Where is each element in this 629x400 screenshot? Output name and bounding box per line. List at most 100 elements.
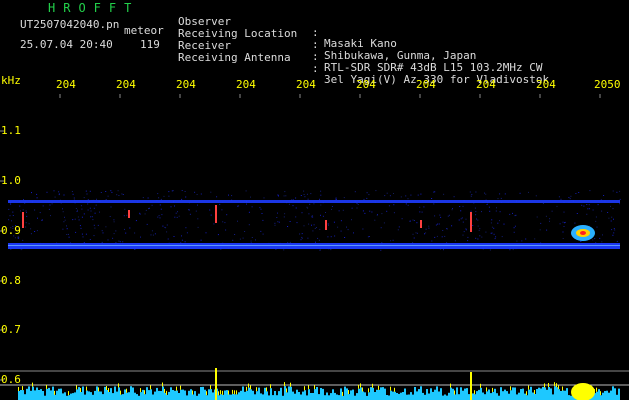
noise-speck <box>581 204 583 206</box>
noise-speck <box>210 214 212 216</box>
level-bar <box>418 389 420 400</box>
level-bar <box>198 393 200 400</box>
noise-speck <box>64 219 66 221</box>
noise-speck <box>431 240 433 242</box>
level-bar <box>210 389 212 400</box>
noise-speck <box>563 226 565 227</box>
noise-speck <box>568 197 570 198</box>
noise-speck <box>435 224 437 226</box>
level-bar <box>444 394 446 400</box>
noise-speck <box>344 237 346 238</box>
noise-speck <box>42 219 43 221</box>
level-peak <box>166 390 167 395</box>
noise-speck <box>237 205 239 207</box>
noise-speck <box>274 222 276 224</box>
noise-speck <box>36 230 38 232</box>
level-bar <box>356 393 358 400</box>
level-bar <box>312 393 314 400</box>
upper-carrier-band <box>8 200 620 203</box>
level-bar <box>270 388 272 400</box>
noise-speck <box>125 232 127 234</box>
level-peak <box>556 383 557 388</box>
level-peak <box>236 390 237 395</box>
level-bar <box>320 388 322 400</box>
level-bar <box>406 394 408 400</box>
level-bar <box>84 394 86 400</box>
level-bar <box>554 386 556 400</box>
noise-speck <box>148 208 149 210</box>
noise-speck <box>495 210 497 212</box>
level-peak <box>450 383 451 388</box>
noise-speck <box>173 236 175 237</box>
level-bar <box>26 388 28 400</box>
level-bar <box>458 394 460 400</box>
level-bar <box>186 395 188 400</box>
noise-speck <box>89 207 91 209</box>
level-peak <box>562 386 563 391</box>
level-bar <box>484 394 486 400</box>
y-axis-unit: kHz <box>1 74 21 87</box>
level-bar <box>176 390 178 400</box>
noise-speck <box>619 203 620 205</box>
level-bar <box>182 389 184 400</box>
noise-speck <box>174 216 176 218</box>
level-peak <box>290 382 291 387</box>
noise-speck <box>443 249 444 251</box>
level-bar <box>344 386 346 400</box>
level-bar <box>296 389 298 400</box>
level-bar <box>278 391 280 400</box>
level-bar <box>120 394 122 400</box>
level-bar <box>518 392 520 400</box>
level-bar <box>604 391 606 400</box>
level-bar <box>610 390 612 400</box>
noise-speck <box>255 239 256 241</box>
noise-speck <box>74 218 76 220</box>
noise-speck <box>110 190 112 192</box>
level-peak <box>600 391 601 396</box>
level-bar <box>172 390 174 400</box>
level-bar <box>558 389 560 400</box>
level-bar <box>508 393 510 400</box>
level-peak <box>596 387 597 392</box>
level-bar <box>138 395 140 400</box>
level-bar <box>462 390 464 400</box>
level-peak <box>492 387 493 392</box>
noise-speck <box>158 215 160 217</box>
noise-speck <box>476 218 477 220</box>
noise-speck <box>26 211 27 213</box>
noise-speck <box>460 210 462 212</box>
noise-speck <box>245 190 247 192</box>
noise-speck <box>596 226 598 228</box>
noise-speck <box>41 219 43 221</box>
noise-speck <box>148 207 150 209</box>
noise-speck <box>318 239 320 241</box>
noise-speck <box>357 204 359 205</box>
noise-speck <box>39 212 41 214</box>
noise-speck <box>134 248 136 250</box>
meteor-ping <box>325 220 327 230</box>
noise-speck <box>115 230 117 232</box>
level-bar <box>612 386 614 400</box>
noise-speck <box>300 195 302 196</box>
noise-speck <box>614 229 616 231</box>
noise-speck <box>301 233 303 235</box>
noise-speck <box>368 194 370 196</box>
level-bar <box>566 388 568 400</box>
noise-speck <box>534 238 536 240</box>
noise-speck <box>462 221 464 223</box>
noise-speck <box>488 206 490 208</box>
noise-speck <box>10 203 12 205</box>
level-peak <box>180 385 181 390</box>
level-peak <box>342 391 343 396</box>
noise-speck <box>113 233 115 235</box>
noise-speck <box>474 207 476 209</box>
level-peak <box>528 385 529 390</box>
level-bar <box>272 395 274 400</box>
noise-speck <box>308 213 310 215</box>
noise-speck <box>30 233 32 235</box>
level-bar <box>240 390 242 400</box>
level-peak <box>218 391 219 396</box>
noise-speck <box>246 203 247 205</box>
noise-speck <box>484 192 485 194</box>
noise-speck <box>63 194 65 196</box>
